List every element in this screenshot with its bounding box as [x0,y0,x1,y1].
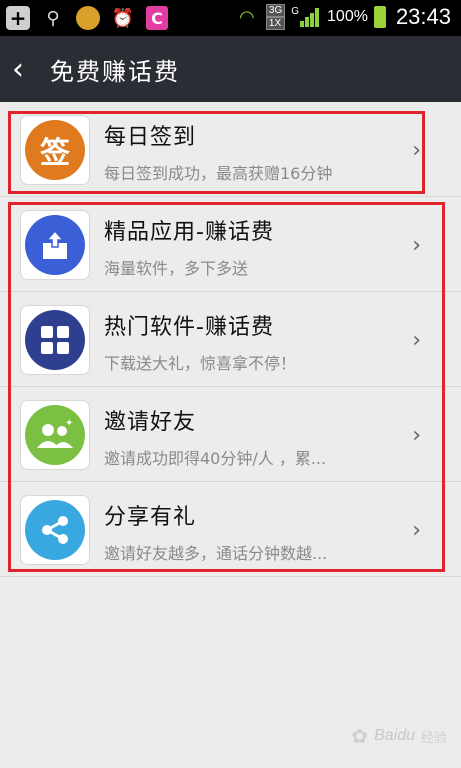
c-app-icon: C [146,6,168,30]
status-bar: + ⚲ ⏰ C ◠ 3G 1X G 100% 23:43 [0,0,461,36]
battery-icon [373,6,386,28]
watermark-sub: 经验 [420,730,447,746]
plus-icon: + [6,6,30,30]
clock: 23:43 [395,4,451,29]
page-title: 免费赚话费 [50,57,180,86]
wifi-icon: ◠ [239,6,255,28]
highlight-box-daily [8,111,425,194]
game-icon [76,6,100,30]
battery-percent: 100% [327,8,368,25]
highlight-box-tasks [8,202,445,572]
title-bar: ‹ 免费赚话费 [0,36,461,102]
paw-icon: ✿ [351,724,369,748]
signal-icon: G [291,6,321,28]
watermark-brand: Baidu [374,727,415,744]
back-button[interactable]: ‹ [12,52,40,87]
baidu-watermark: ✿ Baidu 经验 [351,724,447,748]
network-type-icon: 3G 1X [265,4,286,30]
alarm-icon: ⏰ [111,7,135,29]
usb-icon: ⚲ [46,7,60,29]
